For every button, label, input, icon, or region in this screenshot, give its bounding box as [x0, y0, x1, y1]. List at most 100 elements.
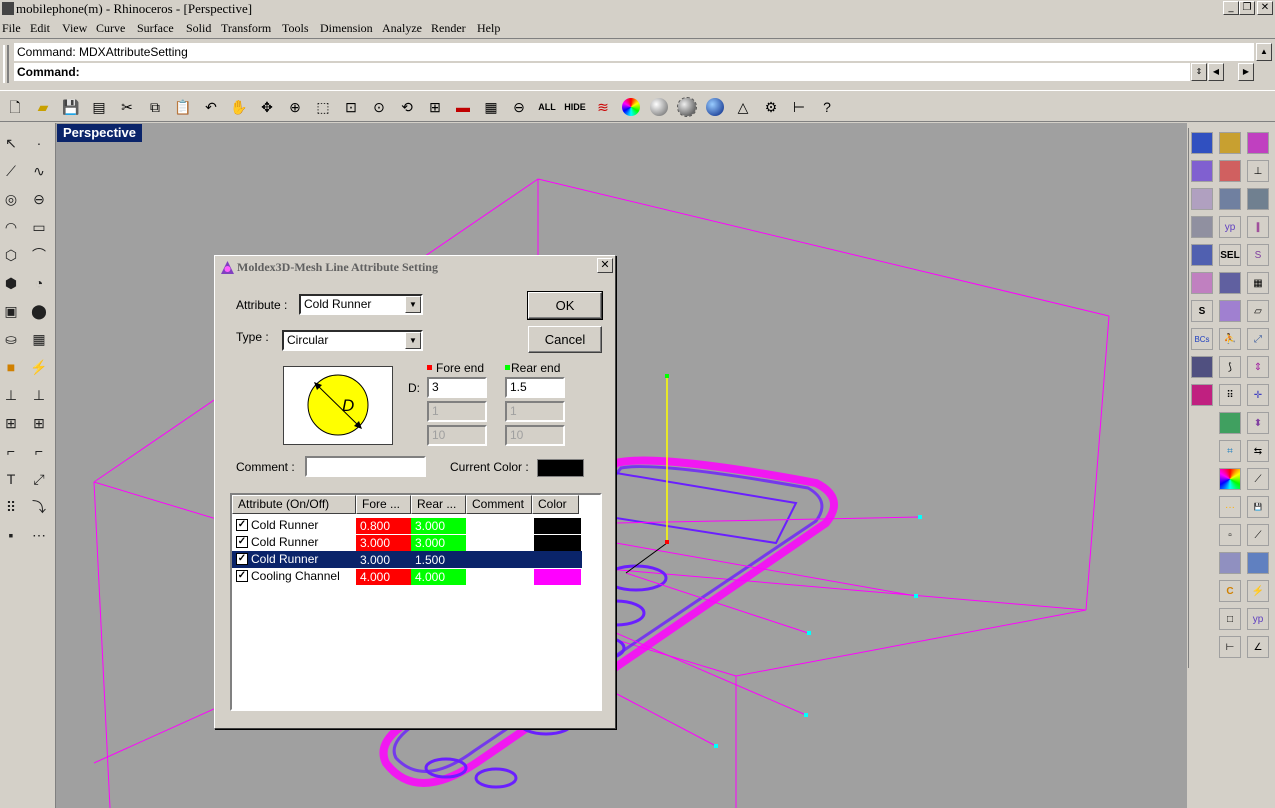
menu-transform[interactable]: Transform — [221, 21, 271, 36]
list-row[interactable]: ✓ Cold Runner 3.000 3.000 — [232, 534, 582, 551]
yp-icon[interactable]: yp — [1219, 216, 1241, 238]
zoom-window-icon[interactable]: ⬚ — [311, 95, 335, 119]
array-icon[interactable]: ⠿ — [0, 496, 22, 518]
fore-d-input[interactable]: 3 — [427, 377, 487, 398]
shade-sphere-icon[interactable] — [647, 95, 671, 119]
diamond-icon[interactable] — [1219, 300, 1241, 322]
chevron-down-icon[interactable]: ▼ — [405, 296, 421, 313]
show-all-button[interactable]: ALL — [535, 95, 559, 119]
color-wheel-icon[interactable] — [619, 95, 643, 119]
hide-button[interactable]: HIDE — [563, 95, 587, 119]
menu-file[interactable]: File — [2, 21, 21, 36]
layers-stack-icon[interactable]: ≋ — [591, 95, 615, 119]
block-icon[interactable] — [1219, 272, 1241, 294]
curve-icon[interactable]: ∿ — [28, 160, 50, 182]
row-checkbox[interactable]: ✓ — [236, 570, 248, 582]
open-model-icon[interactable] — [1219, 132, 1241, 154]
list-row-selected[interactable]: ✓ Cold Runner 3.000 1.500 — [232, 551, 582, 568]
inlet-icon[interactable]: ∥ — [1247, 216, 1269, 238]
mold-block-icon[interactable] — [1191, 356, 1213, 378]
command-grip[interactable] — [3, 45, 9, 83]
current-color-swatch[interactable] — [537, 459, 584, 477]
chevron-down-icon[interactable]: ▼ — [405, 332, 421, 349]
move-icon[interactable]: ✛ — [1247, 384, 1269, 406]
undo-view-icon[interactable]: ⟲ — [395, 95, 419, 119]
ungroup-icon[interactable]: ⊞ — [28, 412, 50, 434]
menu-render[interactable]: Render — [431, 21, 466, 36]
row-checkbox[interactable]: ✓ — [236, 519, 248, 531]
menu-view[interactable]: View — [62, 21, 87, 36]
grid-block-icon[interactable]: ▦ — [1247, 272, 1269, 294]
cylinder-icon[interactable]: ⛀ — [0, 328, 22, 350]
bcs-icon[interactable]: BCs — [1191, 328, 1213, 350]
c-panel-icon[interactable] — [1247, 552, 1269, 574]
row-checkbox[interactable]: ✓ — [236, 536, 248, 548]
line-icon[interactable]: ⟋ — [1247, 524, 1269, 546]
angle-icon[interactable]: ∠ — [1247, 636, 1269, 658]
select-arrow-icon[interactable]: ↖ — [0, 132, 22, 154]
material-icon[interactable] — [1247, 132, 1269, 154]
cut-icon[interactable]: ✂ — [115, 95, 139, 119]
copy-icon[interactable]: ⧉ — [143, 95, 167, 119]
osnap-toggle-icon[interactable]: ■ — [0, 356, 22, 378]
wall-icon[interactable] — [1191, 188, 1213, 210]
layer-icon[interactable]: ▦ — [479, 95, 503, 119]
attribute-select[interactable]: Cold Runner ▼ — [299, 294, 423, 315]
blue-sphere-icon[interactable] — [703, 95, 727, 119]
list-row[interactable]: ✓ Cooling Channel 4.000 4.000 — [232, 568, 582, 585]
menu-help[interactable]: Help — [477, 21, 500, 36]
group-icon[interactable]: ⊞ — [0, 412, 22, 434]
gear-icon[interactable]: ⚙ — [759, 95, 783, 119]
3d-mesh-icon[interactable] — [1191, 272, 1213, 294]
rotate-view-icon[interactable]: ✥ — [255, 95, 279, 119]
car-render-icon[interactable]: ▬ — [451, 95, 475, 119]
polygon-icon[interactable]: ⬡ — [0, 244, 22, 266]
menu-curve[interactable]: Curve — [96, 21, 125, 36]
dashed-line-icon[interactable]: ··· — [1219, 496, 1241, 518]
box-icon[interactable]: ▣ — [0, 300, 22, 322]
menu-tools[interactable]: Tools — [282, 21, 309, 36]
surface-mesh-icon[interactable] — [1219, 188, 1241, 210]
attribute-list[interactable]: Attribute (On/Off) Fore ... Rear ... Com… — [230, 493, 602, 711]
curve-tool-icon[interactable]: ⟆ — [1219, 356, 1241, 378]
cooling-icon[interactable]: ⇕ — [1247, 356, 1269, 378]
open-folder-icon[interactable]: ▰ — [31, 95, 55, 119]
type-select[interactable]: Circular ▼ — [282, 330, 423, 351]
cross-section-icon[interactable]: ⌗ — [1219, 440, 1241, 462]
small-point-icon[interactable]: ▫ — [1219, 524, 1241, 546]
cut-plane-icon[interactable]: ⟋ — [1247, 468, 1269, 490]
rotate-icon[interactable]: ⤵ — [28, 496, 50, 518]
column-rear[interactable]: Rear ... — [411, 495, 466, 514]
command-left-button[interactable]: ◀ — [1208, 63, 1224, 81]
help-icon[interactable]: ? — [815, 95, 839, 119]
color-map-icon[interactable] — [1219, 468, 1241, 490]
trim-icon[interactable]: ⌐ — [0, 440, 22, 462]
spotlight-icon[interactable]: △ — [731, 95, 755, 119]
osnap-icon[interactable]: ⊖ — [507, 95, 531, 119]
symmetry-icon[interactable]: ⇆ — [1247, 440, 1269, 462]
column-fore[interactable]: Fore ... — [356, 495, 411, 514]
c-icon[interactable]: C — [1219, 580, 1241, 602]
menu-analyze[interactable]: Analyze — [382, 21, 422, 36]
fillet-curve-icon[interactable]: ⌒ — [28, 244, 50, 266]
command-right-button[interactable]: ▶ — [1238, 63, 1254, 81]
grid-icon[interactable]: ⋯ — [28, 524, 50, 546]
column-comment[interactable]: Comment — [466, 495, 532, 514]
viewport-title[interactable]: Perspective — [57, 124, 142, 142]
history-scroll-button[interactable]: ▲ — [1256, 43, 1272, 61]
solid-mesh-icon[interactable] — [1247, 188, 1269, 210]
four-viewports-icon[interactable]: ⊞ — [423, 95, 447, 119]
pan-hand-icon[interactable]: ✋ — [227, 95, 251, 119]
plane-icon[interactable]: ▱ — [1247, 300, 1269, 322]
viewport-icon[interactable]: ▪ — [0, 524, 22, 546]
menu-solid[interactable]: Solid — [186, 21, 211, 36]
boolean-icon[interactable]: ⬤ — [28, 300, 50, 322]
node-grid-icon[interactable]: ⠿ — [1219, 384, 1241, 406]
column-attribute[interactable]: Attribute (On/Off) — [232, 495, 356, 514]
mesh-icon[interactable]: ▦ — [28, 328, 50, 350]
section-icon[interactable]: S — [1247, 244, 1269, 266]
square-icon[interactable]: □ — [1219, 608, 1241, 630]
menu-edit[interactable]: Edit — [30, 21, 50, 36]
print-icon[interactable]: ▤ — [87, 95, 111, 119]
circle-icon[interactable]: ◎ — [0, 188, 22, 210]
